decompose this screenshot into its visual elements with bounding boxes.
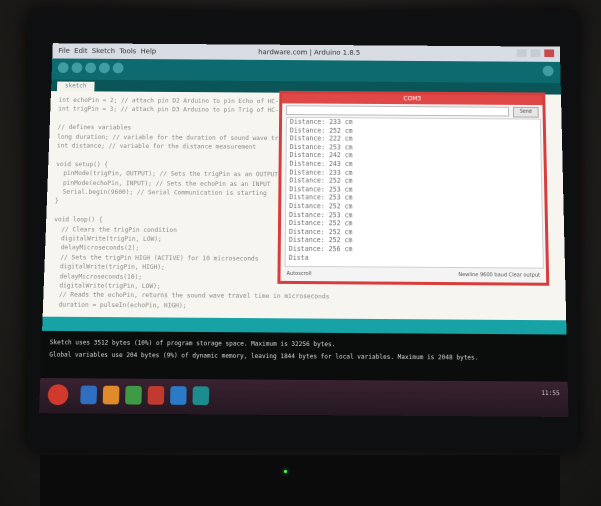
serial-output-line: Dista [288,253,309,262]
verify-icon[interactable] [57,62,69,73]
tab-sketch[interactable]: sketch [56,81,95,92]
code-line: void setup() { [56,160,109,169]
photo-background: File Edit Sketch Tools Help hardware.com… [0,0,601,506]
code-line: int trigPin = 3; // attach pin D3 Arduin… [58,106,294,115]
serial-send-input[interactable] [286,105,510,117]
console-line: Global variables use 204 bytes (9%) of d… [49,351,479,362]
system-clock: 11:55 [541,389,560,398]
upload-icon[interactable] [71,62,83,74]
ie-icon[interactable] [170,386,187,405]
serial-monitor-icon[interactable] [542,65,554,77]
arduino-icon[interactable] [192,386,210,406]
power-led [284,470,287,473]
new-icon[interactable] [85,62,97,74]
autoscroll-checkbox[interactable]: Autoscroll [287,271,312,277]
app-icon[interactable] [125,385,142,405]
console-output: Sketch uses 3512 bytes (10%) of program … [40,330,568,382]
start-button-icon[interactable] [47,384,69,406]
browser-icon[interactable] [147,385,165,405]
laptop-screen: File Edit Sketch Tools Help hardware.com… [39,43,569,417]
console-line: Sketch uses 3512 bytes (10%) of program … [49,339,336,349]
serial-footer: Autoscroll Newline 9600 baud Clear outpu… [285,269,543,281]
code-line: delayMicroseconds(2); [53,244,140,253]
serial-monitor-title: COM3 [282,93,543,106]
explorer-icon[interactable] [80,385,98,405]
window-title: hardware.com | Arduino 1.8.5 [258,48,361,57]
code-line: int distance; // variable for the distan… [56,142,257,151]
code-line: // Clears the trigPin condition [53,225,177,234]
code-line: pinMode(echoPin, INPUT); // Sets the ech… [55,179,271,188]
code-line: digitalWrite(trigPin, LOW); [51,282,161,291]
code-line: Serial.begin(9600); // Serial Communicat… [55,188,267,197]
window-controls [516,49,555,58]
code-line: // defines variables [57,124,132,132]
serial-monitor-window: COM3 Send Distance: 233 cm Distance: 252 … [277,90,550,286]
code-line: delayMicroseconds(10); [52,272,143,281]
code-line: } [54,197,59,205]
maximize-icon[interactable] [530,49,541,58]
minimize-icon[interactable] [516,49,527,57]
code-line: duration = pulseIn(echoPin, HIGH); [51,301,187,310]
code-line: digitalWrite(trigPin, LOW); [53,235,162,243]
code-line: // Sets the trigPin HIGH (ACTIVE) for 10… [52,253,259,263]
code-line: long duration; // variable for the durat… [57,133,294,142]
close-icon[interactable] [544,49,555,58]
code-line: int echoPin = 2; // attach pin D2 Arduin… [58,96,294,106]
open-icon[interactable] [98,62,110,74]
code-line: void loop() { [54,216,103,224]
code-line: // Reads the echoPin, returns the sound … [51,291,330,301]
serial-options[interactable]: Newline 9600 baud Clear output [458,272,540,279]
laptop-keyboard [40,455,560,506]
send-button[interactable]: Send [512,106,539,118]
windows-taskbar: 11:55 [39,378,569,417]
serial-output: Distance: 233 cm Distance: 252 cm Distance… [284,116,544,269]
code-line: pinMode(trigPin, OUTPUT); // Sets the tr… [55,170,279,179]
save-icon[interactable] [112,62,124,74]
menu-bar[interactable]: File Edit Sketch Tools Help [58,47,156,55]
media-icon[interactable] [102,385,120,405]
code-line: digitalWrite(trigPin, HIGH); [52,263,165,272]
